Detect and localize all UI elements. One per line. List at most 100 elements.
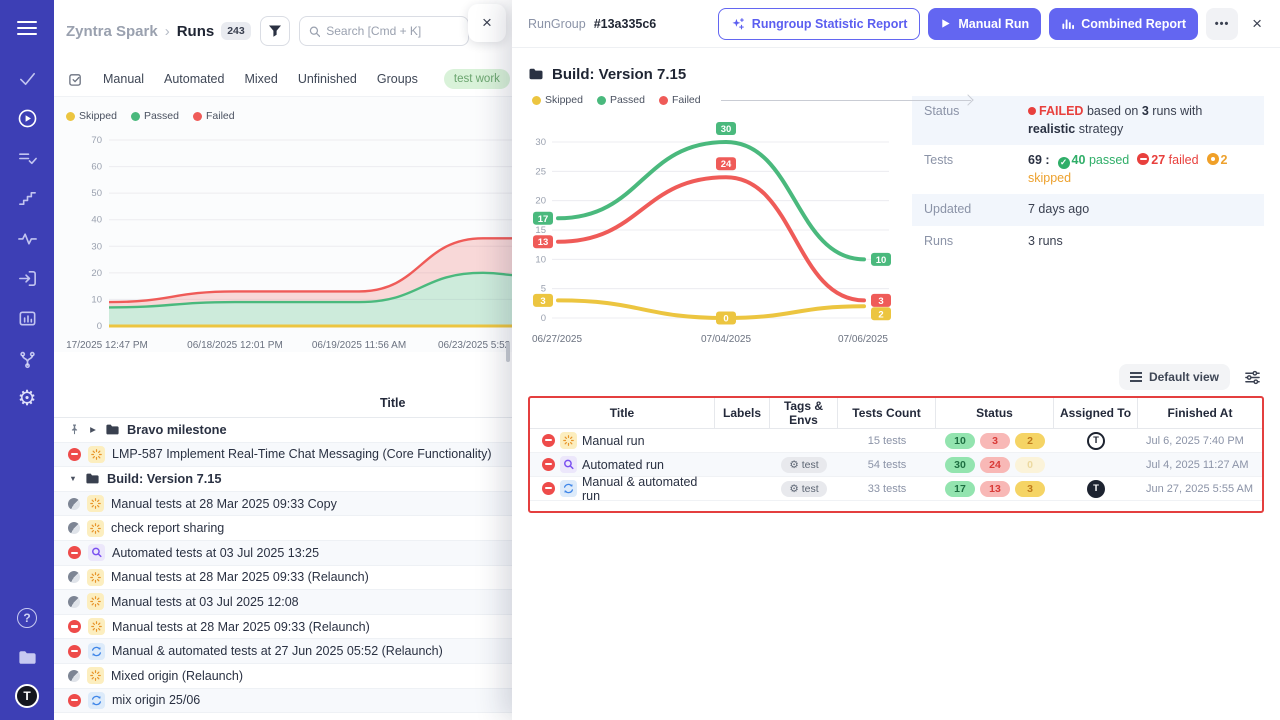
chevron-right-icon[interactable]: ▶ [88, 425, 98, 434]
legend-passed[interactable]: Passed [597, 94, 645, 106]
svg-text:3: 3 [878, 296, 883, 307]
status-cell: 10 3 2 [936, 433, 1054, 449]
run-list-item[interactable]: LMP-587 Implement Real-Time Chat Messagi… [54, 443, 512, 468]
run-list-item[interactable]: Automated tests at 03 Jul 2025 13:25 [54, 541, 512, 566]
more-actions-button[interactable]: ••• [1206, 8, 1238, 40]
breadcrumb-project[interactable]: Zyntra Spark [66, 23, 158, 40]
search-icon [309, 25, 320, 38]
run-list-item[interactable]: Mixed origin (Relaunch) [54, 664, 512, 689]
legend-passed[interactable]: Passed [131, 110, 179, 122]
sidebar: ⚙ ? T [0, 0, 54, 720]
tab-automated[interactable]: Automated [164, 72, 224, 86]
svg-text:10: 10 [91, 294, 102, 305]
legend-skipped[interactable]: Skipped [66, 110, 117, 122]
svg-text:06/19/2025 11:56 AM: 06/19/2025 11:56 AM [312, 340, 406, 351]
sidebar-item-projects[interactable] [15, 645, 39, 669]
funnel-icon [268, 24, 282, 38]
sidebar-item-runs[interactable] [15, 106, 39, 130]
manual-run-icon [88, 618, 105, 635]
branch-icon [17, 348, 38, 369]
play-circle-icon [17, 108, 38, 129]
sidebar-item-settings[interactable]: ⚙ [15, 386, 39, 410]
filter-chip-test-work[interactable]: test work [444, 69, 510, 89]
drawer-close-button[interactable]: × [1246, 10, 1264, 38]
manual-run-button[interactable]: Manual Run [928, 8, 1041, 40]
runs-chart-legend: Skipped Passed Failed [66, 108, 512, 124]
run-list-item[interactable]: Manual tests at 28 Mar 2025 09:33 (Relau… [54, 615, 512, 640]
column-header[interactable]: Tags & Envs [770, 398, 838, 428]
filter-button[interactable] [260, 16, 290, 46]
run-list-item[interactable]: check report sharing [54, 516, 512, 541]
run-list-item[interactable]: Manual tests at 28 Mar 2025 09:33 (Relau… [54, 566, 512, 591]
select-all-icon[interactable] [68, 72, 83, 87]
help-button[interactable]: ? [15, 606, 39, 630]
column-header[interactable]: Labels [715, 398, 770, 428]
folder-icon [528, 66, 544, 82]
milestone-row[interactable]: ▶Bravo milestone [54, 418, 512, 443]
runs-list-header: Title [54, 388, 512, 418]
manual-run-icon [87, 520, 104, 537]
run-list-item[interactable]: Manual tests at 03 Jul 2025 12:08 [54, 590, 512, 615]
svg-text:24: 24 [721, 159, 732, 170]
chevron-down-icon[interactable]: ▼ [68, 474, 78, 483]
pin-icon [68, 423, 81, 436]
run-list-item[interactable]: mix origin 25/06 [54, 689, 512, 714]
rungroup-run-row[interactable]: Manual & automated run ⚙test 33 tests 17… [530, 477, 1262, 501]
failed-pill: 24 [980, 457, 1010, 473]
finished-at-cell: Jul 6, 2025 7:40 PM [1138, 435, 1262, 447]
rungroup-run-row[interactable]: Manual run 15 tests 10 3 2 T Jul 6, 2025… [530, 429, 1262, 453]
default-view-button[interactable]: Default view [1119, 364, 1230, 390]
menu-button[interactable] [15, 16, 39, 40]
svg-text:5: 5 [541, 284, 546, 295]
rungroup-run-row[interactable]: Automated run ⚙test 54 tests 30 24 0 Jul… [530, 453, 1262, 477]
svg-text:06/27/2025: 06/27/2025 [532, 334, 582, 345]
in-progress-status-icon [68, 571, 80, 583]
search-input[interactable] [326, 24, 459, 38]
group-row[interactable]: ▼Build: Version 7.15 [54, 467, 512, 492]
column-header[interactable]: Tests Count [838, 398, 936, 428]
highlight-annotation: TitleLabelsTags & EnvsTests CountStatusA… [528, 396, 1264, 513]
legend-dot-icon [597, 96, 606, 105]
sidebar-item-plans[interactable] [15, 146, 39, 170]
sidebar-item-import[interactable] [15, 266, 39, 290]
summary-updated-row: Updated 7 days ago [912, 194, 1264, 226]
ellipsis-icon: ••• [1215, 18, 1230, 30]
runs-history-chart: 01020304050607006/17/2025 12:47 PM06/18/… [66, 130, 512, 358]
legend-skipped[interactable]: Skipped [532, 94, 583, 106]
gear-icon: ⚙ [789, 483, 798, 495]
user-avatar[interactable]: T [15, 684, 39, 708]
sidebar-item-milestones[interactable] [15, 186, 39, 210]
drawer-close-floating-button[interactable]: × [468, 4, 506, 42]
legend-failed[interactable]: Failed [193, 110, 235, 122]
table-settings-button[interactable] [1240, 365, 1264, 389]
sidebar-item-activity[interactable] [15, 226, 39, 250]
svg-text:15: 15 [535, 225, 546, 236]
tag-badge[interactable]: ⚙test [781, 481, 826, 497]
column-header[interactable]: Status [936, 398, 1054, 428]
run-list-item[interactable]: Manual tests at 28 Mar 2025 09:33 Copy [54, 492, 512, 517]
close-icon: × [1252, 14, 1262, 33]
combined-report-button[interactable]: Combined Report [1049, 8, 1198, 40]
failed-minus-icon [1137, 153, 1149, 165]
svg-text:0: 0 [541, 313, 546, 324]
column-header[interactable]: Finished At [1138, 398, 1262, 428]
sidebar-item-branches[interactable] [15, 346, 39, 370]
sidebar-item-tests[interactable] [15, 66, 39, 90]
legend-failed[interactable]: Failed [659, 94, 701, 106]
sidebar-item-reports[interactable] [15, 306, 39, 330]
column-header[interactable]: Title [530, 398, 715, 428]
tag-badge[interactable]: ⚙test [781, 457, 826, 473]
tab-groups[interactable]: Groups [377, 72, 418, 86]
folder-icon [85, 471, 100, 486]
run-list-item[interactable]: Manual & automated tests at 27 Jun 2025 … [54, 639, 512, 664]
scrollbar-thumb[interactable] [506, 342, 510, 362]
tab-unfinished[interactable]: Unfinished [298, 72, 357, 86]
failed-status-icon [542, 458, 555, 471]
report-chart-icon [17, 308, 38, 329]
run-filter-tabs: Manual Automated Mixed Unfinished Groups tes… [54, 62, 512, 96]
tab-mixed[interactable]: Mixed [244, 72, 277, 86]
column-header[interactable]: Assigned To [1054, 398, 1138, 428]
statistic-report-button[interactable]: Rungroup Statistic Report [718, 8, 921, 40]
tabs-items: Manual Automated Mixed Unfinished Groups [103, 72, 418, 86]
tab-manual[interactable]: Manual [103, 72, 144, 86]
